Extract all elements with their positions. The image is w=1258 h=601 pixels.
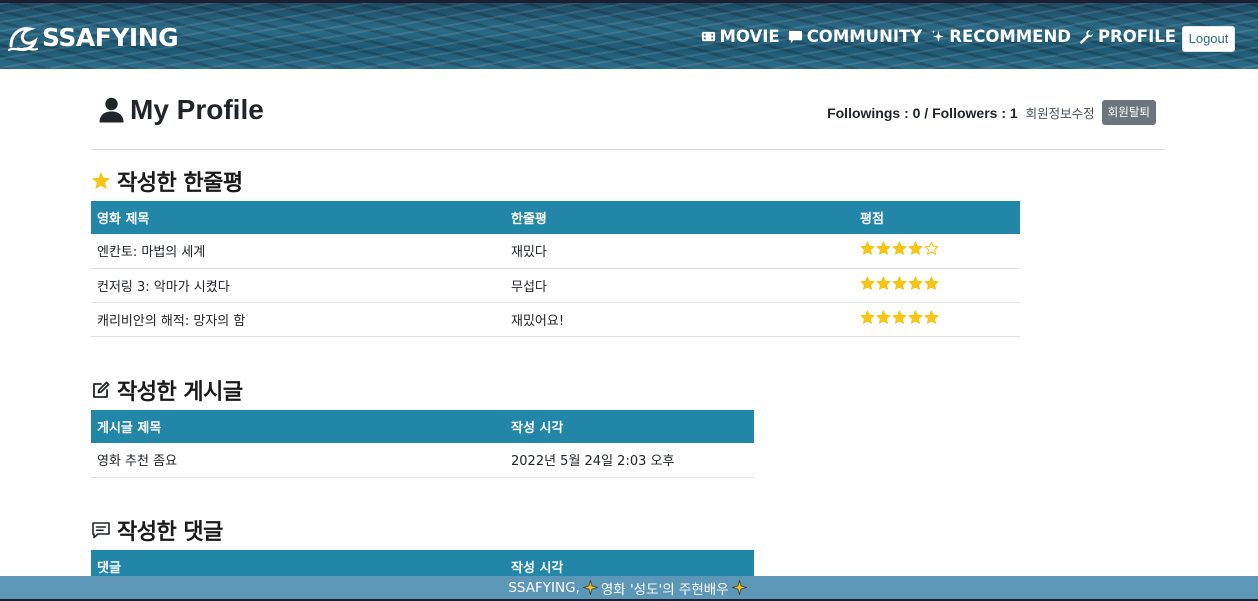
- sparkle-icon: [931, 29, 945, 43]
- review-rating: [854, 234, 1020, 269]
- col-post-title: 게시글 제목: [91, 410, 505, 443]
- reviews-header-row: 영화 제목 한줄평 평점: [91, 201, 1020, 234]
- rating-stars: [860, 241, 1014, 260]
- post-title[interactable]: 영화 추천 좀요: [91, 443, 505, 478]
- page-title: My Profile: [99, 94, 264, 126]
- page-title-text: My Profile: [130, 94, 264, 125]
- star-filled-icon: [876, 310, 891, 329]
- footer: SSAFYING, 영화 '성도'의 주현배우: [0, 576, 1258, 601]
- star-empty-icon: [924, 241, 939, 260]
- review-movie-title[interactable]: 컨저링 3: 악마가 시켰다: [91, 268, 505, 303]
- nav-profile[interactable]: PROFILE: [1079, 27, 1176, 46]
- star-filled-icon: [892, 310, 907, 329]
- posts-heading-text: 작성한 게시글: [117, 380, 243, 405]
- logout-button[interactable]: Logout: [1182, 26, 1235, 52]
- wrench-icon: [1080, 29, 1094, 44]
- reviews-heading-text: 작성한 한줄평: [117, 171, 243, 196]
- review-comment: 재밌다: [505, 234, 854, 269]
- rating-stars: [860, 276, 1014, 295]
- posts-heading: 작성한 게시글: [91, 374, 243, 406]
- star-icon: [92, 172, 110, 189]
- review-movie-title[interactable]: 엔칸토: 마법의 세계: [91, 234, 505, 269]
- brand-name: SSAFYING: [42, 23, 179, 52]
- col-movie-title: 영화 제목: [91, 201, 505, 234]
- footer-text: 영화 '성도'의 주현배우: [600, 581, 729, 598]
- chat-icon: [788, 30, 802, 44]
- star-filled-icon: [924, 310, 939, 329]
- star-filled-icon: [908, 241, 923, 260]
- sparkle-icon: [582, 580, 598, 595]
- review-rating: [854, 268, 1020, 303]
- star-filled-icon: [892, 241, 907, 260]
- nav-links: MOVIE COMMUNITY RECOMMEND PROFILE: [701, 27, 1176, 46]
- nav-movie[interactable]: MOVIE: [701, 27, 780, 46]
- star-filled-icon: [924, 276, 939, 295]
- withdraw-button[interactable]: 회원탈퇴: [1101, 100, 1156, 125]
- post-time: 2022년 5월 24일 2:03 오후: [505, 443, 754, 478]
- review-row[interactable]: 컨저링 3: 악마가 시켰다 무섭다: [91, 268, 1020, 303]
- nav-movie-label: MOVIE: [719, 27, 780, 46]
- follow-area: Followings : 0 / Followers : 1 회원정보수정 회원…: [827, 100, 1156, 125]
- nav-profile-label: PROFILE: [1097, 27, 1176, 46]
- review-row[interactable]: 캐리비안의 해적: 망자의 함 재밌어요!: [91, 302, 1020, 337]
- footer-brand: SSAFYING,: [508, 579, 580, 596]
- star-filled-icon: [860, 276, 875, 295]
- rating-stars: [860, 310, 1014, 329]
- star-filled-icon: [892, 276, 907, 295]
- nav-community-label: COMMUNITY: [806, 27, 923, 46]
- header-divider: [91, 149, 1166, 150]
- follow-counts[interactable]: Followings : 0 / Followers : 1: [827, 105, 1018, 121]
- user-icon: [99, 97, 124, 123]
- col-post-time: 작성 시각: [505, 410, 754, 443]
- edit-profile-link[interactable]: 회원정보수정: [1026, 103, 1095, 122]
- star-filled-icon: [908, 310, 923, 329]
- posts-header-row: 게시글 제목 작성 시각: [91, 410, 754, 443]
- col-comment: 한줄평: [505, 201, 854, 234]
- review-movie-title[interactable]: 캐리비안의 해적: 망자의 함: [91, 302, 505, 337]
- review-comment: 재밌어요!: [505, 302, 854, 337]
- nav-community[interactable]: COMMUNITY: [788, 27, 923, 46]
- star-filled-icon: [860, 310, 875, 329]
- col-rating: 평점: [854, 201, 1020, 234]
- star-filled-icon: [908, 276, 923, 295]
- post-row[interactable]: 영화 추천 좀요 2022년 5월 24일 2:03 오후: [91, 443, 754, 478]
- brand-logo[interactable]: SSAFYING: [8, 23, 179, 52]
- star-filled-icon: [876, 276, 891, 295]
- nav-recommend-label: RECOMMEND: [949, 27, 1071, 46]
- wave-icon: [8, 26, 38, 51]
- review-row[interactable]: 엔칸토: 마법의 세계 재밌다: [91, 234, 1020, 269]
- comment-icon: [92, 522, 110, 539]
- sparkle-icon: [731, 580, 747, 595]
- edit-icon: [93, 381, 110, 398]
- comments-heading-text: 작성한 댓글: [117, 520, 223, 545]
- reviews-heading: 작성한 한줄평: [91, 165, 243, 197]
- comments-heading: 작성한 댓글: [91, 514, 223, 546]
- star-filled-icon: [860, 241, 875, 260]
- navbar: SSAFYING MOVIE COMMUNITY RECOMMEND PROFI…: [0, 0, 1258, 69]
- review-comment: 무섭다: [505, 268, 854, 303]
- review-rating: [854, 302, 1020, 337]
- posts-table: 게시글 제목 작성 시각 영화 추천 좀요 2022년 5월 24일 2:03 오…: [91, 410, 754, 478]
- star-filled-icon: [876, 241, 891, 260]
- nav-recommend[interactable]: RECOMMEND: [930, 27, 1071, 46]
- film-icon: [701, 31, 715, 42]
- reviews-table: 영화 제목 한줄평 평점 엔칸토: 마법의 세계 재밌다 컨저링 3: 악마가 시켰…: [91, 201, 1020, 337]
